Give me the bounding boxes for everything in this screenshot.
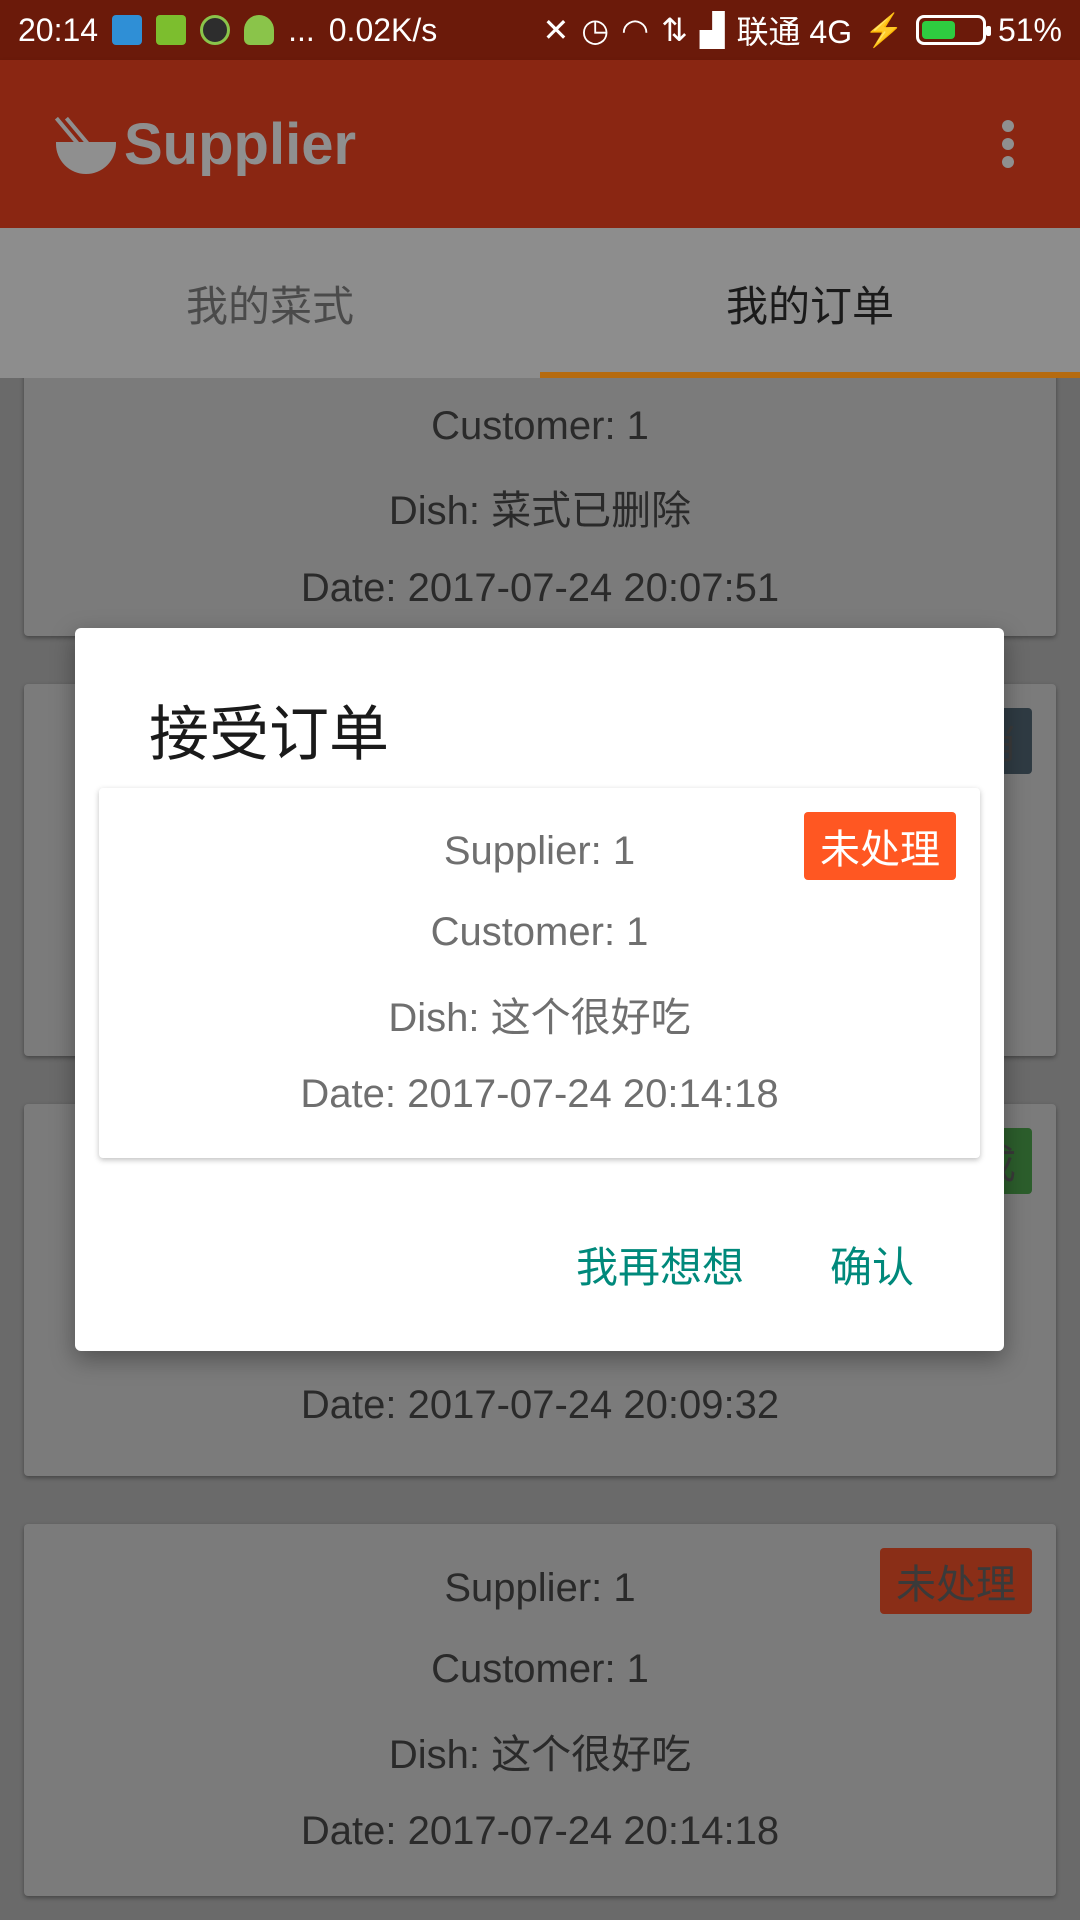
order-supplier: Supplier: 1 — [444, 1566, 636, 1610]
status-time: 20:14 — [18, 11, 99, 48]
order-date: Date: 2017-07-24 20:09:32 — [300, 1383, 780, 1427]
order-customer: Customer: 1 — [430, 910, 649, 954]
battery-icon — [915, 15, 991, 45]
order-dish: Dish: 这个很好吃 — [388, 1732, 692, 1777]
accept-order-dialog: 接受订单 未处理 Supplier: 1 Customer: 1 Dish: 这… — [75, 628, 1004, 1351]
android-icon — [244, 15, 275, 45]
tab-my-dishes[interactable]: 我的菜式 — [0, 228, 540, 378]
order-dish: Dish: 这个很好吃 — [388, 995, 691, 1040]
bowl-logo-icon — [52, 114, 120, 174]
vibrate-off-icon: ✕ — [542, 12, 570, 48]
tab-bar: 我的菜式 我的订单 — [0, 228, 1080, 378]
dialog-actions: 我再想想 确认 — [576, 1234, 914, 1295]
dialog-title: 接受订单 — [149, 700, 389, 770]
status-badge: 未处理 — [880, 1548, 1032, 1614]
download-icon — [200, 15, 231, 45]
order-card[interactable]: Customer: 1 Dish: 菜式已删除 Date: 2017-07-24… — [24, 378, 1056, 636]
status-bar: 20:14 ... 0.02K/s ✕ ◷ ◠ ⇅ ▟ 联通 4G ⚡ 51% — [0, 0, 1080, 60]
order-dish: Dish: 菜式已删除 — [388, 489, 692, 533]
app-bar: Supplier — [0, 60, 1080, 228]
screen: 20:14 ... 0.02K/s ✕ ◷ ◠ ⇅ ▟ 联通 4G ⚡ 51% … — [0, 0, 1080, 1920]
alarm-icon: ◷ — [581, 12, 610, 48]
confirm-button[interactable]: 确认 — [830, 1234, 914, 1295]
usb-icon — [112, 15, 143, 45]
signal-icon: ▟ — [699, 12, 725, 48]
order-date: Date: 2017-07-24 20:07:51 — [300, 565, 780, 610]
network-speed: 0.02K/s — [328, 11, 438, 48]
charging-icon: ⚡ — [864, 12, 904, 48]
battery-percent: 51% — [997, 11, 1062, 48]
carrier-label: 联通 4G — [736, 14, 853, 50]
tab-my-orders[interactable]: 我的订单 — [540, 228, 1080, 378]
app-title: Supplier — [124, 111, 357, 177]
order-supplier: Supplier: 1 — [443, 829, 636, 873]
wifi-icon: ◠ — [621, 12, 650, 48]
order-customer: Customer: 1 — [431, 403, 649, 448]
more-notifications-icon: ... — [288, 11, 315, 48]
order-date: Date: 2017-07-24 20:14:18 — [300, 1809, 780, 1853]
overflow-menu-icon[interactable] — [988, 114, 1028, 174]
order-customer: Customer: 1 — [431, 1647, 649, 1691]
data-transfer-icon: ⇅ — [661, 12, 688, 48]
order-date: Date: 2017-07-24 20:14:18 — [300, 1072, 779, 1116]
cancel-button[interactable]: 我再想想 — [576, 1234, 744, 1295]
dialog-order-card: 未处理 Supplier: 1 Customer: 1 Dish: 这个很好吃 … — [99, 788, 980, 1158]
order-card[interactable]: 未处理 Supplier: 1 Customer: 1 Dish: 这个很好吃 … — [24, 1524, 1056, 1896]
battery-saver-icon — [156, 15, 187, 45]
status-badge: 未处理 — [804, 812, 956, 880]
